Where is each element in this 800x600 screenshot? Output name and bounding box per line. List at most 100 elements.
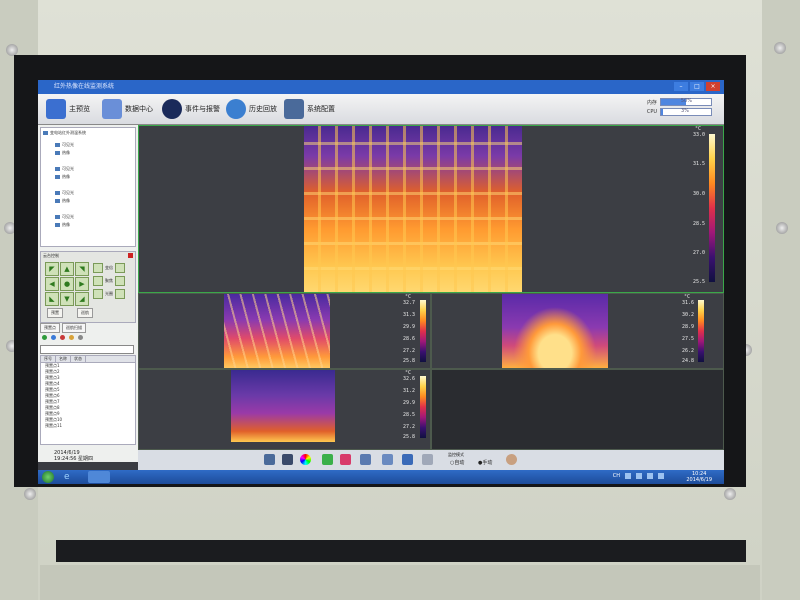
tree-root[interactable]: 变电站红外测温系统: [43, 130, 86, 136]
arrow-down-left-icon[interactable]: ◣: [45, 292, 59, 306]
video-cell[interactable]: °C 31.6 30.2 28.9 27.5 26.2 24.8: [431, 293, 724, 369]
plus-icon[interactable]: [93, 263, 103, 273]
zoom-label: 变倍: [105, 265, 113, 270]
video-cell-empty[interactable]: [431, 369, 724, 450]
volume-icon[interactable]: [658, 473, 664, 479]
list-item[interactable]: 预置点11: [41, 423, 135, 429]
toolbar-system-config[interactable]: 系统配置: [284, 96, 335, 122]
mode-manual-radio[interactable]: ●手动: [478, 459, 492, 466]
arrow-down-right-icon[interactable]: ◢: [75, 292, 89, 306]
arrow-down-icon[interactable]: ▼: [60, 292, 74, 306]
ptz-buttons: 预置 巡航: [47, 308, 93, 318]
folder-icon: [43, 131, 48, 135]
tab-cruise-scan[interactable]: 巡航扫描: [62, 323, 86, 333]
language-indicator[interactable]: CH: [613, 473, 620, 479]
mode-auto-radio[interactable]: ○自动: [450, 459, 464, 466]
thermal-image: [231, 370, 335, 442]
tree-node[interactable]: 热像: [55, 198, 70, 204]
thermal-image: [502, 294, 608, 368]
preset-group-select[interactable]: [40, 345, 134, 354]
scale-tick: 28.6: [403, 336, 416, 342]
tab-presets[interactable]: 预置点: [40, 323, 60, 333]
toolbar-events-alarms[interactable]: 事件与报警: [162, 96, 220, 122]
thermal-image: [224, 294, 330, 368]
scale-tick: 27.0: [693, 250, 706, 256]
tree-node[interactable]: 热像: [55, 222, 70, 228]
delete-icon[interactable]: [60, 335, 65, 340]
browser-icon[interactable]: e: [64, 472, 78, 482]
minus-icon[interactable]: [115, 289, 125, 299]
maximize-icon[interactable]: □: [690, 82, 704, 91]
keyboard-icon[interactable]: [625, 473, 631, 479]
tree-node[interactable]: 可见光: [55, 214, 74, 220]
close-icon[interactable]: [128, 253, 133, 258]
anchor-icon[interactable]: [422, 454, 433, 465]
eye-icon[interactable]: [506, 454, 517, 465]
layout-icon[interactable]: [282, 454, 293, 465]
start-button[interactable]: [42, 471, 54, 483]
toolbar-label: 历史回放: [249, 105, 277, 113]
ptz-direction-pad: ◤ ▲ ◥ ◀ ● ▶ ◣ ▼ ◢: [45, 262, 89, 306]
minimize-icon[interactable]: –: [674, 82, 688, 91]
tree-node[interactable]: 可见光: [55, 190, 74, 196]
preset-button[interactable]: 预置: [47, 308, 63, 318]
screw-icon: [774, 42, 786, 54]
minus-icon[interactable]: [115, 263, 125, 273]
scale-tick: 27.2: [403, 424, 416, 430]
cpu-bar: 3%: [660, 108, 712, 116]
play-icon[interactable]: [322, 454, 333, 465]
cruise-button[interactable]: 巡航: [77, 308, 93, 318]
window-titlebar: 红外热像在线监测系统 – □ ×: [38, 80, 724, 94]
arrow-up-icon[interactable]: ▲: [60, 262, 74, 276]
focus-control[interactable]: 聚焦: [93, 275, 133, 287]
iris-control[interactable]: 光圈: [93, 288, 133, 300]
toolbar-main-preview[interactable]: 主预览: [46, 96, 90, 122]
preset-tools: [42, 335, 83, 340]
memory-usage: 内存 50%: [647, 98, 712, 106]
tree-node-label: 热像: [62, 198, 70, 203]
video-cell[interactable]: °C 33.0 31.5 30.0 28.5 27.0 25.5: [138, 125, 724, 293]
network-icon[interactable]: [647, 473, 653, 479]
tree-node[interactable]: 热像: [55, 150, 70, 156]
toolbar-history-playback[interactable]: 历史回放: [226, 96, 277, 122]
snapshot-icon[interactable]: [360, 454, 371, 465]
plus-icon[interactable]: [93, 289, 103, 299]
camera-icon: [55, 175, 60, 179]
arrow-up-left-icon[interactable]: ◤: [45, 262, 59, 276]
taskbar-clock[interactable]: 10:24 2014/6/19: [686, 471, 712, 483]
tree-node[interactable]: 可见光: [55, 166, 74, 172]
minus-icon[interactable]: [115, 276, 125, 286]
monitor-mode-label: 监控模式: [448, 452, 464, 457]
mode-manual-label: 手动: [482, 460, 493, 466]
plus-icon[interactable]: [93, 276, 103, 286]
focus-label: 聚焦: [105, 278, 113, 283]
scale-tick: 31.6: [682, 300, 695, 306]
help-icon[interactable]: [636, 473, 642, 479]
refresh-icon[interactable]: [69, 335, 74, 340]
camera-icon: [55, 167, 60, 171]
close-icon[interactable]: ×: [706, 82, 720, 91]
arrow-up-right-icon[interactable]: ◥: [75, 262, 89, 276]
edit-icon[interactable]: [51, 335, 56, 340]
tree-node[interactable]: 可见光: [55, 142, 74, 148]
search-icon[interactable]: [78, 335, 83, 340]
fullscreen-icon[interactable]: [264, 454, 275, 465]
column-header: 名称: [56, 356, 71, 362]
scale-tick: 28.9: [682, 324, 695, 330]
ptz-center-icon[interactable]: ●: [60, 277, 74, 291]
palette-icon[interactable]: [300, 454, 311, 465]
screw-icon: [24, 488, 36, 500]
arrow-right-icon[interactable]: ▶: [75, 277, 89, 291]
zoom-control[interactable]: 变倍: [93, 262, 133, 274]
save-icon[interactable]: [382, 454, 393, 465]
chart-icon[interactable]: [402, 454, 413, 465]
ptz-control-panel: 云台控制 ◤ ▲ ◥ ◀ ● ▶ ◣ ▼ ◢ 变倍 聚焦 光圈 预置 巡航: [40, 251, 136, 323]
toolbar-data-center[interactable]: 数据中心: [102, 96, 153, 122]
add-icon[interactable]: [42, 335, 47, 340]
video-cell[interactable]: °C 32.6 31.2 29.9 28.5 27.2 25.8: [138, 369, 431, 450]
record-icon[interactable]: [340, 454, 351, 465]
arrow-left-icon[interactable]: ◀: [45, 277, 59, 291]
taskbar-app-button[interactable]: [88, 471, 110, 483]
tree-node[interactable]: 热像: [55, 174, 70, 180]
video-cell[interactable]: °C 32.7 31.3 29.9 28.6 27.2 25.8: [138, 293, 431, 369]
